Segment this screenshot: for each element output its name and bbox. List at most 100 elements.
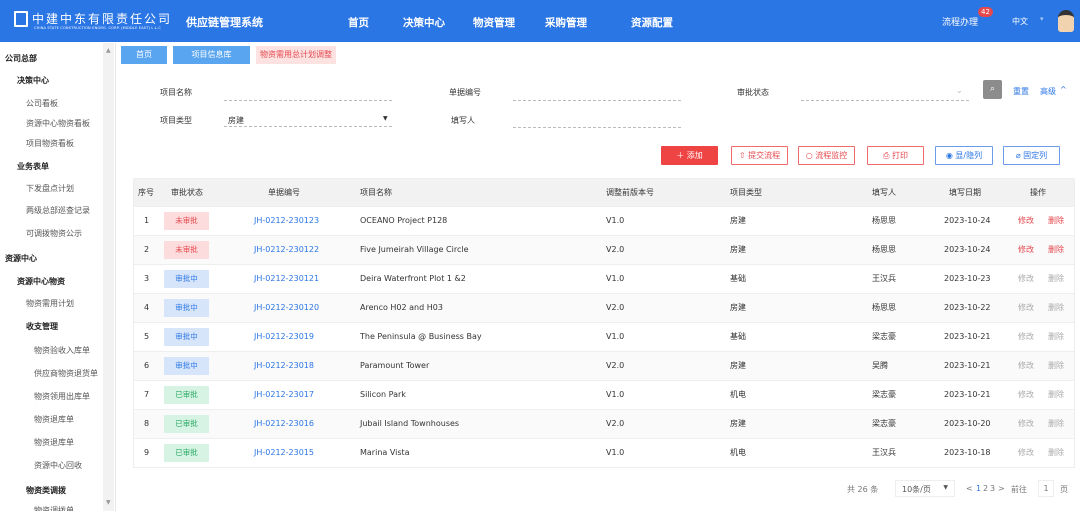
- doc-code-link[interactable]: JH-0212-230121: [254, 265, 319, 293]
- delete-link[interactable]: 删除: [1048, 236, 1064, 264]
- nav-procurement[interactable]: 采购管理: [545, 15, 587, 30]
- delete-link[interactable]: 删除: [1048, 410, 1064, 438]
- page-2[interactable]: 2: [983, 484, 988, 493]
- scroll-down-icon[interactable]: ▼: [106, 499, 111, 506]
- tab-material-plan-adjust[interactable]: 物资需用总计划调整: [256, 46, 336, 64]
- sidebar-item[interactable]: 公司看板: [26, 98, 58, 109]
- nav-material-management[interactable]: 物资管理: [473, 15, 515, 30]
- sidebar-item[interactable]: 收支管理: [26, 321, 58, 332]
- sidebar-item[interactable]: 资源中心物资看板: [26, 118, 90, 129]
- sidebar-item[interactable]: 两级总部巡查记录: [26, 205, 90, 216]
- version: V1.0: [606, 216, 625, 225]
- sidebar-item[interactable]: 物资验收入库单: [34, 345, 90, 356]
- add-button[interactable]: ＋ 添加: [661, 146, 718, 165]
- print-button[interactable]: ⎙ 打印: [867, 146, 924, 165]
- edit-link[interactable]: 修改: [1018, 207, 1034, 235]
- tab-project-info[interactable]: 项目信息库: [173, 46, 250, 64]
- edit-link[interactable]: 修改: [1018, 294, 1034, 322]
- search-button[interactable]: ⌕: [983, 80, 1002, 99]
- edit-link[interactable]: 修改: [1018, 381, 1034, 409]
- table-row[interactable]: 2 未审批 JH-0212-230122 Five Jumeirah Village …: [134, 235, 1074, 264]
- chevron-down-icon[interactable]: ⌄: [956, 86, 963, 95]
- version: V2.0: [606, 419, 625, 428]
- user-avatar[interactable]: [1058, 10, 1074, 32]
- edit-link[interactable]: 修改: [1018, 410, 1034, 438]
- chevron-down-icon[interactable]: ▾: [1040, 15, 1044, 23]
- delete-link[interactable]: 删除: [1048, 294, 1064, 322]
- chevron-up-icon[interactable]: ^: [1060, 85, 1067, 94]
- edit-link[interactable]: 修改: [1018, 265, 1034, 293]
- sidebar-item[interactable]: 物资领用出库单: [34, 391, 90, 402]
- project-name-input[interactable]: [224, 89, 392, 101]
- filler-input[interactable]: [513, 116, 681, 128]
- sidebar-item[interactable]: 下发盘点计划: [26, 183, 74, 194]
- sidebar-item[interactable]: 资源中心物资: [17, 276, 65, 287]
- next-page[interactable]: >: [998, 484, 1005, 493]
- table-row[interactable]: 5 审批中 JH-0212-23019 The Peninsula @ Busines…: [134, 322, 1074, 351]
- sidebar-item[interactable]: 物资退库单: [34, 437, 74, 448]
- delete-link[interactable]: 删除: [1048, 439, 1064, 467]
- nav-decision-center[interactable]: 决策中心: [403, 15, 445, 30]
- advanced-toggle[interactable]: 高级: [1040, 86, 1056, 97]
- page-size-select[interactable]: 10条/页 ▼: [895, 480, 955, 497]
- edit-link[interactable]: 修改: [1018, 439, 1034, 467]
- sidebar-item[interactable]: 决策中心: [17, 75, 49, 86]
- edit-link[interactable]: 修改: [1018, 323, 1034, 351]
- show-hide-columns-button[interactable]: ◉ 显/隐列: [935, 146, 993, 165]
- sidebar-item[interactable]: 资源中心: [5, 253, 37, 264]
- edit-link[interactable]: 修改: [1018, 352, 1034, 380]
- goto-page-input[interactable]: 1: [1038, 480, 1054, 497]
- doc-code-link[interactable]: JH-0212-230123: [254, 207, 319, 235]
- delete-link[interactable]: 删除: [1048, 265, 1064, 293]
- delete-link[interactable]: 删除: [1048, 323, 1064, 351]
- language-select[interactable]: 中文: [1012, 16, 1028, 27]
- flow-processing-link[interactable]: 流程办理: [942, 15, 978, 28]
- sidebar-item[interactable]: 供应商物资退货单: [34, 368, 98, 379]
- status-select[interactable]: [801, 89, 969, 101]
- page-1[interactable]: 1: [976, 484, 981, 493]
- caret-down-icon[interactable]: ▼: [383, 115, 388, 122]
- sidebar-item[interactable]: 物资类调拨: [26, 485, 66, 496]
- doc-code-link[interactable]: JH-0212-23017: [254, 381, 314, 409]
- scroll-up-icon[interactable]: ▲: [106, 47, 111, 54]
- sidebar-item[interactable]: 资源中心回收: [34, 460, 82, 471]
- nav-resource-config[interactable]: 资源配置: [631, 15, 673, 30]
- submit-flow-button[interactable]: ⇧ 提交流程: [731, 146, 788, 165]
- table-row[interactable]: 6 审批中 JH-0212-23018 Paramount Tower V2.0 房建 吴腾…: [134, 351, 1074, 380]
- sidebar-item[interactable]: 物资需用计划: [26, 298, 74, 309]
- project-type-select[interactable]: 房建: [224, 115, 392, 127]
- delete-link[interactable]: 删除: [1048, 207, 1064, 235]
- table-row[interactable]: 8 已审批 JH-0212-23016 Jubail Island Townhouse…: [134, 409, 1074, 438]
- sidebar-scrollbar[interactable]: ▲ ▼: [103, 43, 114, 511]
- page-3[interactable]: 3: [990, 484, 995, 493]
- sidebar-item[interactable]: 公司总部: [5, 53, 37, 64]
- edit-link[interactable]: 修改: [1018, 236, 1034, 264]
- table-row[interactable]: 7 已审批 JH-0212-23017 Silicon Park V1.0 机电 梁志豪 20…: [134, 380, 1074, 409]
- doc-code-link[interactable]: JH-0212-23016: [254, 410, 314, 438]
- sidebar-item[interactable]: 可调拨物资公示: [26, 228, 82, 239]
- doc-code-link[interactable]: JH-0212-230120: [254, 294, 319, 322]
- tab-home[interactable]: 首页: [121, 46, 167, 64]
- doc-code-link[interactable]: JH-0212-23018: [254, 352, 314, 380]
- flow-monitor-button[interactable]: ○ 流程监控: [798, 146, 855, 165]
- table-row[interactable]: 9 已审批 JH-0212-23015 Marina Vista V1.0 机电 王汉兵 20…: [134, 438, 1074, 467]
- delete-link[interactable]: 删除: [1048, 352, 1064, 380]
- sidebar-item[interactable]: 业务表单: [17, 161, 49, 172]
- doc-code-link[interactable]: JH-0212-23019: [254, 323, 314, 351]
- table-row[interactable]: 4 审批中 JH-0212-230120 Arenco H02 and H03 V2.0…: [134, 293, 1074, 322]
- sidebar-item[interactable]: 项目物资看板: [26, 138, 74, 149]
- sidebar-item[interactable]: 物资退库单: [34, 414, 74, 425]
- reset-link[interactable]: 重置: [1013, 86, 1029, 97]
- fix-columns-button[interactable]: ⌀ 固定列: [1003, 146, 1060, 165]
- table-row[interactable]: 3 审批中 JH-0212-230121 Deira Waterfront Plot …: [134, 264, 1074, 293]
- sidebar-item[interactable]: 物资调拨单: [34, 505, 74, 511]
- project-name: The Peninsula @ Business Bay: [360, 332, 482, 341]
- fill-date: 2023-10-23: [944, 274, 991, 283]
- table-row[interactable]: 1 未审批 JH-0212-230123 OCEANO Project P128 V1.…: [134, 206, 1074, 235]
- doc-code-link[interactable]: JH-0212-230122: [254, 236, 319, 264]
- nav-home[interactable]: 首页: [348, 15, 369, 30]
- doc-no-input[interactable]: [513, 89, 681, 101]
- doc-code-link[interactable]: JH-0212-23015: [254, 439, 314, 467]
- prev-page[interactable]: <: [966, 484, 973, 493]
- delete-link[interactable]: 删除: [1048, 381, 1064, 409]
